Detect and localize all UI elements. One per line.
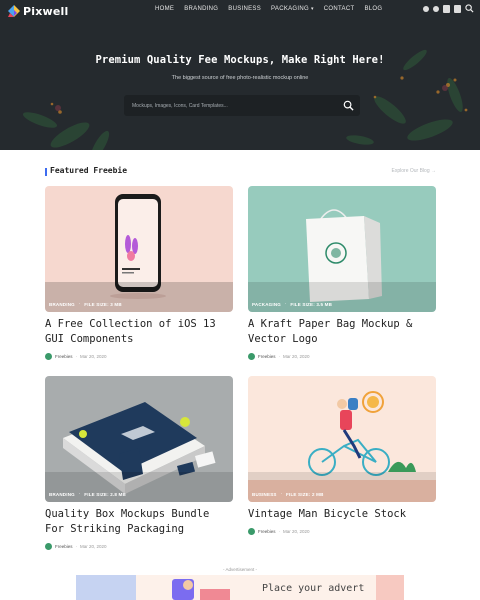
post-byline: Freebies · Mar 20, 2020	[248, 353, 310, 360]
bicycle-illustration-image	[248, 376, 436, 502]
nav-item-contact[interactable]: CONTACT	[319, 4, 360, 14]
category-label[interactable]: BRANDING	[49, 302, 75, 307]
explore-blog-link[interactable]: Explore Our Blog →	[392, 168, 436, 174]
ad-label: - Advertisement -	[222, 567, 257, 572]
logo-icon	[8, 5, 20, 17]
file-size: FILE SIZE: 2 MB	[286, 492, 324, 497]
author-name[interactable]: Freebies	[55, 544, 73, 549]
instagram-icon[interactable]	[433, 5, 439, 12]
iphone-mockup-image	[45, 186, 233, 312]
search-icon[interactable]	[465, 4, 474, 13]
section-accent-bar	[45, 168, 47, 176]
post-byline: Freebies · Mar 20, 2020	[45, 543, 107, 550]
category-label[interactable]: BRANDING	[49, 492, 75, 497]
file-size: FILE SIZE: 3 MB	[84, 302, 122, 307]
author-avatar[interactable]	[248, 528, 255, 535]
post-thumbnail[interactable]: PACKAGING · FILE SIZE: 3.5 MB	[248, 186, 436, 312]
post-date: Mar 20, 2020	[80, 544, 107, 549]
cart-icon[interactable]	[454, 4, 461, 13]
post-title[interactable]: A Free Collection of iOS 13 GUI Componen…	[45, 317, 233, 347]
nav-item-branding[interactable]: BRANDING	[179, 4, 223, 14]
nav-item-packaging[interactable]: PACKAGING ▾	[266, 4, 319, 14]
search-box	[124, 95, 360, 116]
main-nav: HOME BRANDING BUSINESS PACKAGING ▾ CONTAC…	[150, 4, 387, 14]
separator: ·	[278, 529, 281, 534]
paper-bag-mockup-image	[248, 186, 436, 312]
file-size: FILE SIZE: 3.5 MB	[290, 302, 333, 307]
search-input[interactable]	[124, 95, 324, 116]
post-byline: Freebies · Mar 20, 2020	[45, 353, 107, 360]
post-date: Mar 20, 2020	[283, 529, 310, 534]
category-label[interactable]: BUSINESS	[252, 492, 277, 497]
file-size: FILE SIZE: 2.8 MB	[84, 492, 126, 497]
bookmark-icon[interactable]	[443, 4, 450, 13]
author-name[interactable]: Freebies	[55, 354, 73, 359]
post-title[interactable]: Quality Box Mockups Bundle For Striking …	[45, 507, 233, 537]
hero-banner: Pixwell HOME BRANDING BUSINESS PACKAGING…	[0, 0, 480, 150]
separator: ·	[280, 492, 283, 497]
separator: ·	[284, 302, 287, 307]
search-submit-icon[interactable]	[343, 100, 354, 111]
separator: ·	[78, 302, 81, 307]
section-title: Featured Freebie	[50, 166, 128, 175]
separator: ·	[78, 492, 81, 497]
nav-item-home[interactable]: HOME	[150, 4, 179, 14]
post-byline: Freebies · Mar 20, 2020	[248, 528, 310, 535]
post-thumbnail[interactable]: BRANDING · FILE SIZE: 3 MB	[45, 186, 233, 312]
site-logo[interactable]: Pixwell	[7, 2, 69, 20]
separator: ·	[278, 354, 281, 359]
advert-text: Place your advert	[262, 583, 365, 594]
separator: ·	[75, 354, 78, 359]
pinterest-icon[interactable]	[423, 5, 429, 12]
post-title[interactable]: Vintage Man Bicycle Stock	[248, 507, 436, 522]
nav-item-business[interactable]: BUSINESS	[223, 4, 266, 14]
author-name[interactable]: Freebies	[258, 354, 276, 359]
post-thumbnail[interactable]: BRANDING · FILE SIZE: 2.8 MB	[45, 376, 233, 502]
author-avatar[interactable]	[45, 543, 52, 550]
post-title[interactable]: A Kraft Paper Bag Mockup & Vector Logo	[248, 317, 436, 347]
category-label[interactable]: PACKAGING	[252, 302, 281, 307]
post-date: Mar 20, 2020	[283, 354, 310, 359]
nav-item-blog[interactable]: BLOG	[359, 4, 387, 14]
logo-text: Pixwell	[23, 4, 69, 18]
post-thumbnail[interactable]: BUSINESS · FILE SIZE: 2 MB	[248, 376, 436, 502]
hero-title: Premium Quality Fee Mockups, Make Right …	[95, 54, 385, 66]
header-icons	[423, 4, 474, 13]
advert-banner[interactable]: Place your advert	[76, 575, 404, 600]
chevron-down-icon: ▾	[310, 6, 314, 12]
nav-item-packaging-label: PACKAGING	[271, 6, 309, 12]
hero-subtitle: The biggest source of free photo-realist…	[171, 75, 309, 81]
author-avatar[interactable]	[248, 353, 255, 360]
author-avatar[interactable]	[45, 353, 52, 360]
box-mockup-image	[45, 376, 233, 502]
post-date: Mar 20, 2020	[80, 354, 107, 359]
separator: ·	[75, 544, 78, 549]
author-name[interactable]: Freebies	[258, 529, 276, 534]
